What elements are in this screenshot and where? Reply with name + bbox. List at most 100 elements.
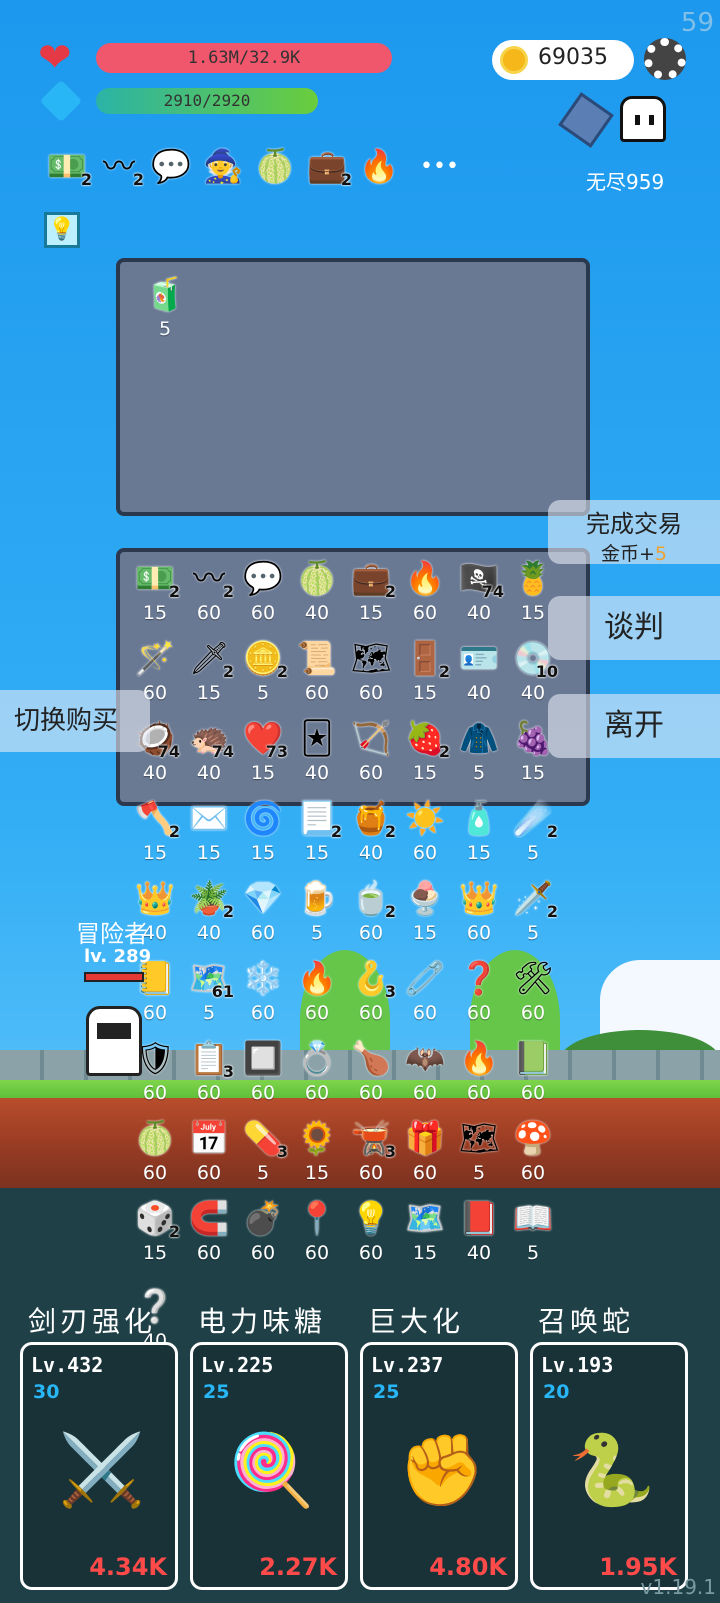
buff-item[interactable]: 🍈 bbox=[248, 146, 302, 196]
shop-item[interactable]: 🧲 60 bbox=[182, 1198, 236, 1276]
complete-trade-button[interactable]: 完成交易 金币+5 bbox=[548, 500, 720, 565]
skill-card[interactable]: Lv.237 25 ✊ 4.80K bbox=[360, 1342, 518, 1590]
trade-slot-item[interactable]: 🧃 5 bbox=[138, 274, 192, 352]
shop-item[interactable]: 🗺 5 bbox=[452, 1118, 506, 1196]
shop-item[interactable]: 🔥 60 bbox=[398, 558, 452, 636]
shop-item[interactable]: 📜 60 bbox=[290, 638, 344, 716]
shop-item-icon: 🗺️ bbox=[405, 1199, 445, 1237]
shop-item-price: 5 bbox=[472, 762, 486, 784]
ghost-pet-icon[interactable] bbox=[620, 96, 666, 142]
shop-item[interactable]: 💵 2 15 bbox=[128, 558, 182, 636]
shop-item[interactable]: 🪝 3 60 bbox=[344, 958, 398, 1036]
shop-item-price: 15 bbox=[304, 1162, 330, 1184]
shop-item[interactable]: 🔲 60 bbox=[236, 1038, 290, 1116]
shop-item[interactable]: 🎁 60 bbox=[398, 1118, 452, 1196]
shop-item[interactable]: 〰 2 60 bbox=[182, 558, 236, 636]
shop-item[interactable]: 🍯 2 40 bbox=[344, 798, 398, 876]
shop-item-icon: 🌀 bbox=[243, 799, 283, 837]
shop-item[interactable]: 📋 3 60 bbox=[182, 1038, 236, 1116]
shop-item[interactable]: 🧴 15 bbox=[452, 798, 506, 876]
shop-item[interactable]: 🪴 2 40 bbox=[182, 878, 236, 956]
shop-item[interactable]: 🍺 5 bbox=[290, 878, 344, 956]
shop-item[interactable]: 🪙 2 5 bbox=[236, 638, 290, 716]
shop-item[interactable]: 🧷 60 bbox=[398, 958, 452, 1036]
shop-item[interactable]: 💎 60 bbox=[236, 878, 290, 956]
shop-item[interactable]: ✉️ 15 bbox=[182, 798, 236, 876]
buff-item[interactable]: 〰 2 bbox=[92, 146, 146, 196]
shop-item[interactable]: 🪪 40 bbox=[452, 638, 506, 716]
shop-item[interactable]: ☄️ 2 5 bbox=[506, 798, 560, 876]
shop-item[interactable]: 🧥 5 bbox=[452, 718, 506, 796]
shop-item[interactable]: 🌻 15 bbox=[290, 1118, 344, 1196]
shop-item[interactable]: 🔥 60 bbox=[290, 958, 344, 1036]
shop-item[interactable]: 🪓 2 15 bbox=[128, 798, 182, 876]
shop-item-price: 60 bbox=[196, 602, 222, 624]
shop-item[interactable]: 🗺️ 15 bbox=[398, 1198, 452, 1276]
shop-item[interactable]: 🃏 40 bbox=[290, 718, 344, 796]
switch-buy-button[interactable]: 切换购买 bbox=[0, 690, 150, 752]
shop-item[interactable]: 🍄 60 bbox=[506, 1118, 560, 1196]
shop-item[interactable]: 💬 60 bbox=[236, 558, 290, 636]
hero-level: lv. 289 bbox=[84, 946, 152, 967]
shop-item[interactable]: 🫕 3 60 bbox=[344, 1118, 398, 1196]
complete-trade-label: 完成交易 bbox=[586, 510, 682, 538]
shop-item[interactable]: 🍗 60 bbox=[344, 1038, 398, 1116]
buff-item[interactable]: 💵 2 bbox=[40, 146, 94, 196]
shop-item[interactable]: ❓ 60 bbox=[452, 958, 506, 1036]
shop-item[interactable]: 💍 60 bbox=[290, 1038, 344, 1116]
skill-card[interactable]: Lv.225 25 🍭 2.27K bbox=[190, 1342, 348, 1590]
shop-item[interactable]: 📗 60 bbox=[506, 1038, 560, 1116]
shop-item[interactable]: 🎲 2 15 bbox=[128, 1198, 182, 1276]
shop-item[interactable]: 🌀 15 bbox=[236, 798, 290, 876]
skill-card[interactable]: Lv.432 30 ⚔️ 4.34K bbox=[20, 1342, 178, 1590]
gear-icon[interactable] bbox=[644, 38, 686, 80]
shop-item[interactable]: 🔥 60 bbox=[452, 1038, 506, 1116]
shop-item[interactable]: 📃 2 15 bbox=[290, 798, 344, 876]
shop-item-icon: 📕 bbox=[459, 1199, 499, 1237]
shop-item[interactable]: 🚪 2 15 bbox=[398, 638, 452, 716]
buff-item[interactable]: 💼 2 bbox=[300, 146, 354, 196]
fps-counter: 59 bbox=[680, 8, 714, 38]
buff-item[interactable]: 🧙 bbox=[196, 146, 250, 196]
leave-button[interactable]: 离开 bbox=[548, 694, 720, 758]
shop-item[interactable]: 🍓 2 15 bbox=[398, 718, 452, 796]
shop-item[interactable]: ❄️ 60 bbox=[236, 958, 290, 1036]
buff-icon: 🧙 bbox=[203, 147, 243, 185]
shop-item[interactable]: 📕 40 bbox=[452, 1198, 506, 1276]
shop-item-price: 15 bbox=[358, 602, 384, 624]
buff-item[interactable]: 🔥 bbox=[352, 146, 406, 196]
shop-item[interactable]: 🏴‍☠️ 74 40 bbox=[452, 558, 506, 636]
more-buffs-button[interactable]: ••• bbox=[420, 154, 459, 179]
shop-item-price: 15 bbox=[250, 762, 276, 784]
shop-item[interactable]: 🏹 60 bbox=[344, 718, 398, 796]
shop-item[interactable]: 🗺️ 61 5 bbox=[182, 958, 236, 1036]
shop-item[interactable]: 🗺 60 bbox=[344, 638, 398, 716]
shop-item[interactable]: 💊 3 5 bbox=[236, 1118, 290, 1196]
knight-hero bbox=[86, 1006, 142, 1076]
shop-item[interactable]: 💡 60 bbox=[344, 1198, 398, 1276]
negotiate-button[interactable]: 谈判 bbox=[548, 596, 720, 660]
shop-item[interactable]: 🍈 40 bbox=[290, 558, 344, 636]
lightbulb-icon[interactable]: 💡 bbox=[44, 212, 80, 248]
shop-item[interactable]: 🍈 60 bbox=[128, 1118, 182, 1196]
shop-item-count: 3 bbox=[384, 982, 396, 1001]
shop-item[interactable]: 🍨 15 bbox=[398, 878, 452, 956]
shop-item[interactable]: 📅 60 bbox=[182, 1118, 236, 1196]
buff-item[interactable]: 💬 bbox=[144, 146, 198, 196]
shop-item[interactable]: 🦔 74 40 bbox=[182, 718, 236, 796]
shop-item[interactable]: 📍 60 bbox=[290, 1198, 344, 1276]
shop-item-count: 2 bbox=[222, 902, 234, 921]
shop-item[interactable]: 📖 5 bbox=[506, 1198, 560, 1276]
shop-item[interactable]: 💣 60 bbox=[236, 1198, 290, 1276]
shop-item-price: 40 bbox=[196, 762, 222, 784]
shop-item[interactable]: 💼 2 15 bbox=[344, 558, 398, 636]
shop-item[interactable]: 🛠 60 bbox=[506, 958, 560, 1036]
shop-item[interactable]: 🍵 2 60 bbox=[344, 878, 398, 956]
skill-card[interactable]: Lv.193 20 🐍 1.95K bbox=[530, 1342, 688, 1590]
shop-item[interactable]: ☀️ 60 bbox=[398, 798, 452, 876]
shop-item[interactable]: 🗡️ 2 5 bbox=[506, 878, 560, 956]
shop-item[interactable]: ❤️ 73 15 bbox=[236, 718, 290, 796]
shop-item[interactable]: 🗡 2 15 bbox=[182, 638, 236, 716]
shop-item[interactable]: 🦇 60 bbox=[398, 1038, 452, 1116]
shop-item[interactable]: 👑 60 bbox=[452, 878, 506, 956]
